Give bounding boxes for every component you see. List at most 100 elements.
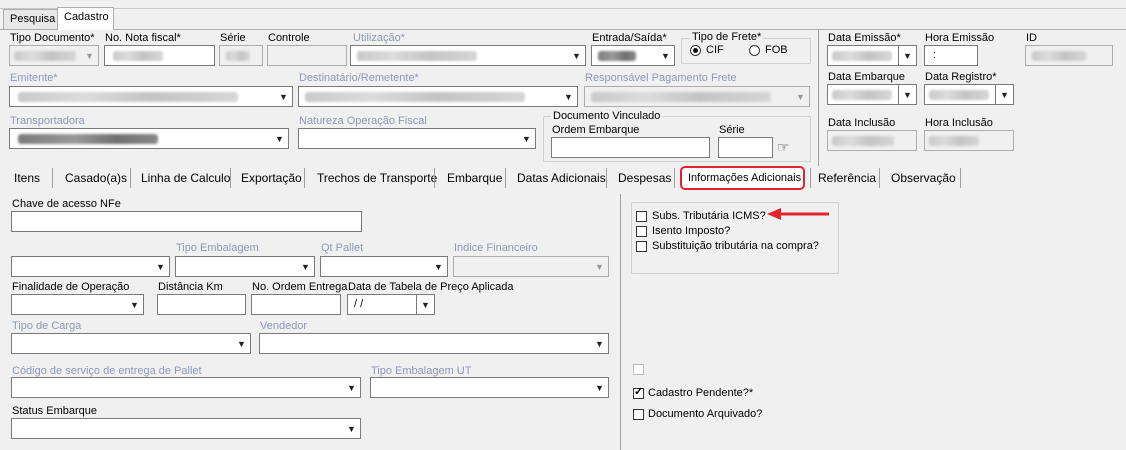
doc-serie-label: Série bbox=[719, 124, 745, 136]
data-registro-select[interactable]: ▼ bbox=[924, 84, 1014, 105]
tipo-documento-label: Tipo Documento* bbox=[10, 32, 95, 44]
chevron-down-icon: ▼ bbox=[898, 46, 916, 65]
qt-pallet-select[interactable]: ▼ bbox=[320, 256, 448, 277]
data-registro-label: Data Registro* bbox=[925, 71, 997, 83]
substituicao-compra-checkbox[interactable] bbox=[636, 241, 647, 252]
ordem-embarque-input[interactable] bbox=[551, 137, 710, 158]
data-inclusao-input[interactable] bbox=[827, 130, 917, 151]
serie-input[interactable] bbox=[219, 45, 263, 66]
emitente-label: Emitente* bbox=[10, 72, 58, 84]
responsavel-frete-select[interactable]: ▼ bbox=[584, 86, 810, 107]
tipo-documento-select[interactable]: ▼ bbox=[9, 45, 99, 66]
emitente-select[interactable]: ▼ bbox=[9, 86, 293, 107]
tab-trechos-transporte[interactable]: Trechos de Transporte bbox=[317, 166, 437, 190]
hora-inclusao-input[interactable] bbox=[924, 130, 1014, 151]
tab-despesas[interactable]: Despesas bbox=[618, 166, 671, 190]
no-ordem-entrega-input[interactable] bbox=[251, 294, 341, 315]
controle-input[interactable] bbox=[267, 45, 347, 66]
chevron-down-icon: ▼ bbox=[301, 261, 310, 272]
tab-observacao[interactable]: Observação bbox=[891, 166, 956, 190]
chevron-down-icon: ▼ bbox=[347, 423, 356, 434]
tab-linha-calculo[interactable]: Linha de Calculo bbox=[141, 166, 230, 190]
serie-label: Série bbox=[220, 32, 246, 44]
isento-imposto-checkbox[interactable] bbox=[636, 226, 647, 237]
cif-label: CIF bbox=[706, 44, 724, 56]
chevron-down-icon: ▼ bbox=[595, 338, 604, 349]
transportadora-select[interactable]: ▼ bbox=[9, 128, 289, 149]
vendedor-select[interactable]: ▼ bbox=[259, 333, 609, 354]
chevron-down-icon: ▼ bbox=[279, 91, 288, 102]
chevron-down-icon: ▼ bbox=[898, 85, 916, 104]
doc-serie-input[interactable] bbox=[718, 137, 773, 158]
id-label: ID bbox=[1026, 32, 1037, 44]
tab-embarque[interactable]: Embarque bbox=[447, 166, 502, 190]
entrada-saida-select[interactable]: ▼ bbox=[591, 45, 675, 66]
no-nota-fiscal-input[interactable] bbox=[104, 45, 215, 66]
chevron-down-icon: ▼ bbox=[275, 133, 284, 144]
checkmark-icon: ✓ bbox=[634, 386, 644, 398]
utilizacao-label: Utilização* bbox=[353, 32, 405, 44]
distancia-km-label: Distância Km bbox=[158, 281, 223, 293]
data-embarque-select[interactable]: ▼ bbox=[827, 84, 917, 105]
isento-imposto-label: Isento Imposto? bbox=[652, 225, 731, 237]
tab-itens[interactable]: Itens bbox=[14, 166, 40, 190]
ordem-embarque-label: Ordem Embarque bbox=[552, 124, 640, 136]
no-ordem-entrega-label: No. Ordem Entrega bbox=[252, 281, 348, 293]
search-hand-icon[interactable]: ☞ bbox=[777, 139, 790, 155]
data-embarque-label: Data Embarque bbox=[828, 71, 906, 83]
tab-datas-adicionais[interactable]: Datas Adicionais bbox=[517, 166, 606, 190]
destinatario-select[interactable]: ▼ bbox=[298, 86, 578, 107]
tab-cadastro[interactable]: Cadastro bbox=[57, 7, 114, 30]
tab-informacoes-adicionais[interactable]: Informações Adicionais bbox=[688, 166, 801, 190]
tab-exportacao[interactable]: Exportação bbox=[241, 166, 302, 190]
chevron-down-icon: ▼ bbox=[156, 261, 165, 272]
tipo-embalagem-ut-select[interactable]: ▼ bbox=[370, 377, 609, 398]
unlabeled-select[interactable]: ▼ bbox=[11, 256, 170, 277]
data-tabela-preco-select[interactable]: / / ▼ bbox=[347, 294, 435, 315]
hora-emissao-value: : bbox=[933, 49, 937, 61]
chevron-down-icon: ▼ bbox=[595, 261, 604, 272]
subs-tributaria-checkbox[interactable] bbox=[636, 211, 647, 222]
tab-referencia[interactable]: Referência bbox=[818, 166, 876, 190]
tipo-carga-select[interactable]: ▼ bbox=[11, 333, 251, 354]
data-emissao-select[interactable]: ▼ bbox=[827, 45, 917, 66]
hora-emissao-input[interactable]: : bbox=[924, 45, 978, 66]
status-embarque-select[interactable]: ▼ bbox=[11, 418, 361, 439]
content-divider bbox=[620, 194, 621, 450]
indice-financeiro-select[interactable]: ▼ bbox=[453, 256, 609, 277]
chevron-down-icon: ▼ bbox=[347, 382, 356, 393]
fob-radio[interactable] bbox=[749, 45, 760, 56]
utilizacao-select[interactable]: ▼ bbox=[350, 45, 586, 66]
window-top-strip bbox=[0, 0, 1126, 9]
substituicao-compra-label: Substituição tributária na compra? bbox=[652, 240, 819, 252]
cadastro-pendente-checkbox[interactable]: ✓ bbox=[633, 386, 644, 399]
documento-arquivado-checkbox[interactable] bbox=[633, 409, 644, 420]
hora-inclusao-label: Hora Inclusão bbox=[925, 117, 993, 129]
top-tab-baseline bbox=[0, 29, 1126, 30]
data-tabela-preco-value: / / bbox=[354, 298, 364, 310]
disabled-checkbox bbox=[633, 364, 644, 375]
chave-acesso-input[interactable] bbox=[11, 211, 362, 232]
tab-casados[interactable]: Casado(a)s bbox=[65, 166, 127, 190]
codigo-servico-pallet-select[interactable]: ▼ bbox=[11, 377, 361, 398]
data-inclusao-label: Data Inclusão bbox=[828, 117, 896, 129]
chevron-down-icon: ▼ bbox=[796, 91, 805, 102]
chevron-down-icon: ▼ bbox=[564, 91, 573, 102]
chevron-down-icon: ▼ bbox=[434, 261, 443, 272]
finalidade-operacao-select[interactable]: ▼ bbox=[11, 294, 144, 315]
tipo-embalagem-select[interactable]: ▼ bbox=[175, 256, 315, 277]
chevron-down-icon: ▼ bbox=[416, 295, 434, 314]
natureza-operacao-select[interactable]: ▼ bbox=[298, 128, 536, 149]
entrada-saida-label: Entrada/Saída* bbox=[592, 32, 667, 44]
controle-label: Controle bbox=[268, 32, 310, 44]
tab-pesquisa-label: Pesquisa bbox=[10, 13, 56, 25]
tab-pesquisa[interactable]: Pesquisa bbox=[3, 9, 58, 29]
right-panel-divider bbox=[818, 30, 819, 166]
id-input[interactable] bbox=[1025, 45, 1113, 66]
chevron-down-icon: ▼ bbox=[572, 50, 581, 61]
cif-radio[interactable] bbox=[690, 45, 701, 56]
tipo-frete-label: Tipo de Frete* bbox=[690, 31, 764, 44]
distancia-km-input[interactable] bbox=[157, 294, 246, 315]
documento-arquivado-label: Documento Arquivado? bbox=[648, 408, 763, 420]
natureza-operacao-label: Natureza Operação Fiscal bbox=[299, 115, 427, 127]
